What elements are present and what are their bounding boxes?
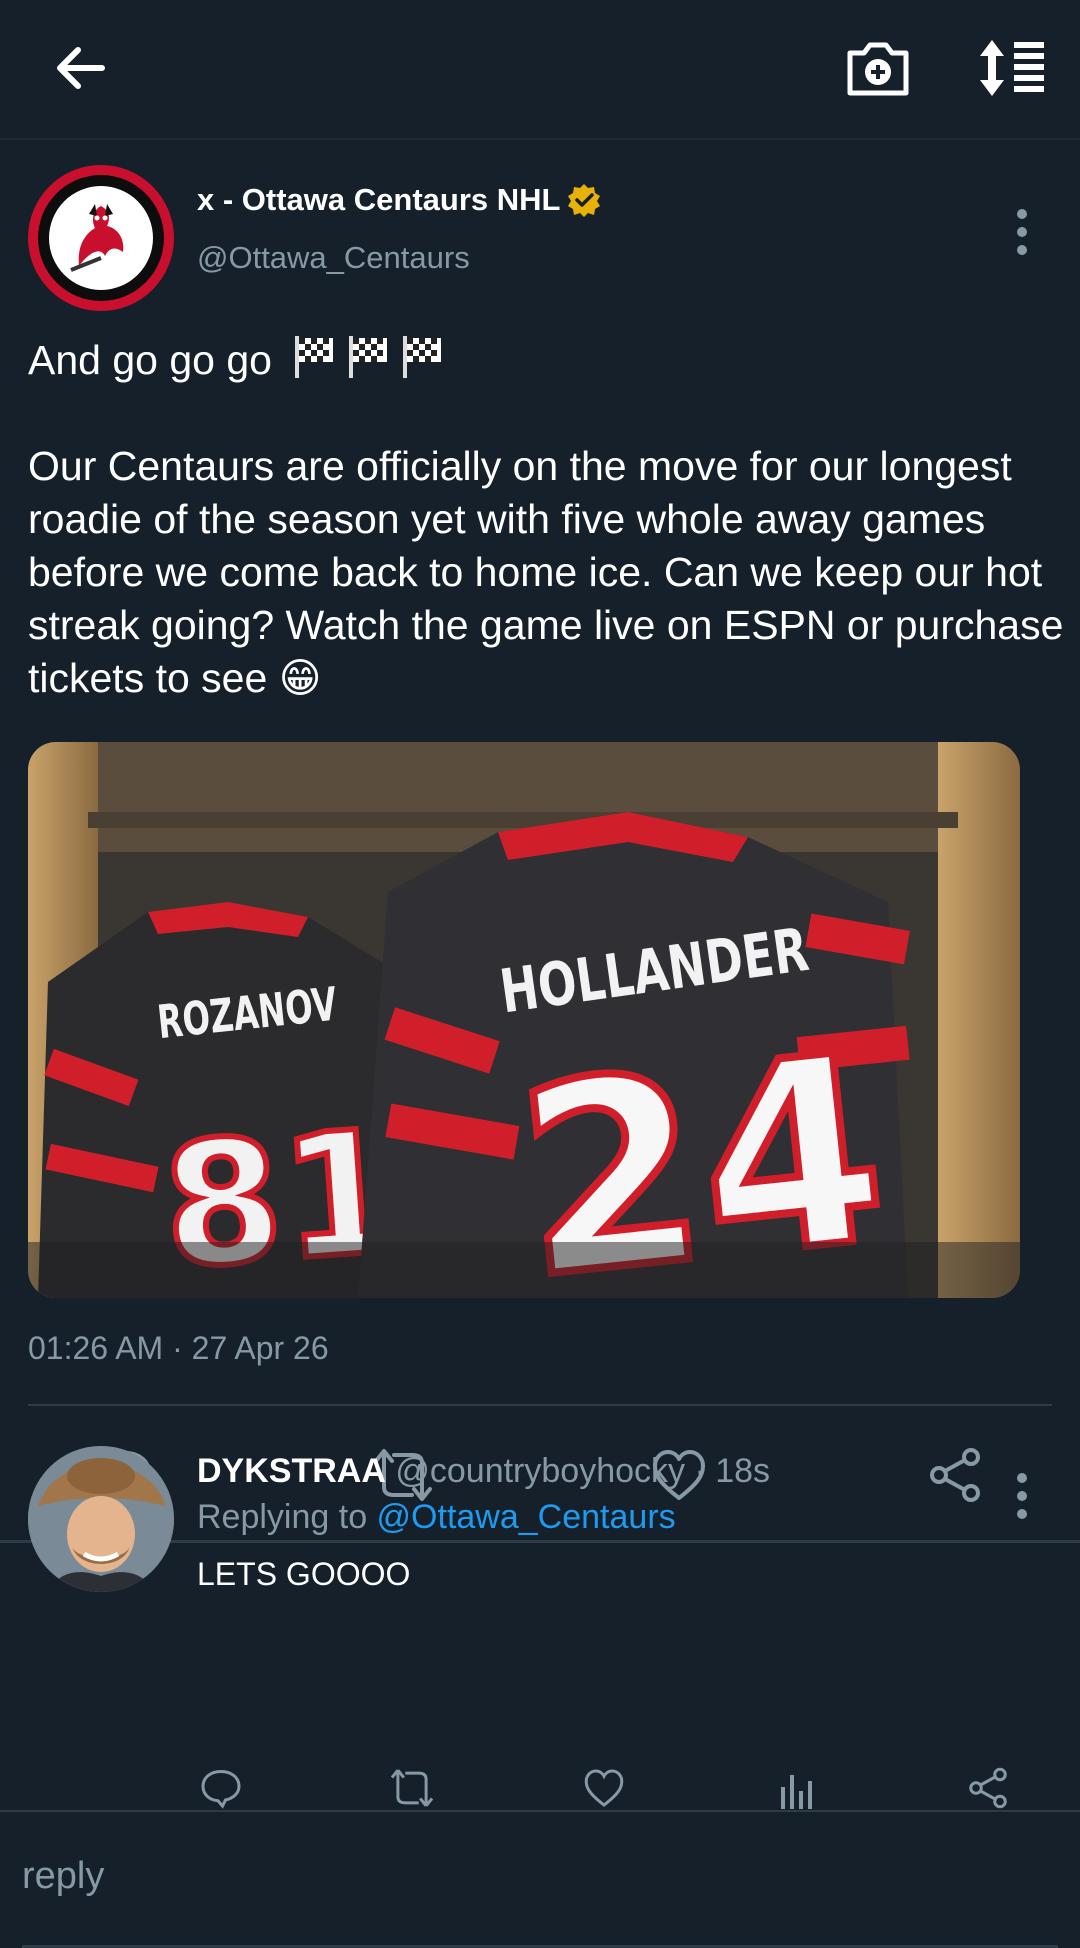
- reply-share-button[interactable]: [962, 1762, 1014, 1809]
- reply-input[interactable]: [22, 1846, 1052, 1906]
- heart-icon: [584, 1769, 624, 1807]
- chequered-flag-icon: [295, 336, 334, 378]
- jerseys-photo: ROZANOV 81 HOLLANDER 24: [28, 742, 1020, 1298]
- avatar[interactable]: [28, 1446, 174, 1592]
- user-photo: [28, 1446, 174, 1592]
- reply-text: LETS GOOOO: [197, 1556, 411, 1592]
- avatar[interactable]: [28, 165, 174, 311]
- more-vertical-icon: [1017, 209, 1027, 255]
- chequered-flag-icon: [403, 336, 442, 378]
- verified-badge-icon: [568, 184, 601, 217]
- top-bar: [0, 0, 1080, 140]
- retweet-icon: [390, 1769, 434, 1807]
- handle[interactable]: @Ottawa_Centaurs: [197, 240, 470, 276]
- tweet-image[interactable]: ROZANOV 81 HOLLANDER 24: [28, 742, 1020, 1298]
- reply-tweet[interactable]: DYKSTRAA @countryboyhocky · 18s Replying…: [0, 1404, 1080, 1809]
- tweet-text-line1: And go go go: [28, 337, 272, 383]
- display-name-text: x - Ottawa Centaurs NHL: [197, 182, 561, 217]
- replying-to-link[interactable]: @Ottawa_Centaurs: [377, 1498, 676, 1536]
- sort-replies-button[interactable]: [970, 28, 1060, 108]
- replying-to: Replying to @Ottawa_Centaurs: [197, 1498, 676, 1537]
- reply-reply-button[interactable]: [195, 1762, 247, 1809]
- tweet-timestamp: 01:26 AM · 27 Apr 26: [28, 1330, 329, 1366]
- add-photo-button[interactable]: [838, 28, 918, 108]
- avatar-ring: [38, 175, 164, 301]
- back-button[interactable]: [40, 28, 120, 108]
- sort-list-icon: [980, 40, 1044, 96]
- reply-views-button[interactable]: [770, 1762, 822, 1809]
- display-name[interactable]: x - Ottawa Centaurs NHL: [197, 182, 602, 218]
- tweet-text-body: Our Centaurs are officially on the move …: [28, 443, 1075, 701]
- reply-header: DYKSTRAA @countryboyhocky · 18s: [197, 1452, 770, 1491]
- reply-retweet-button[interactable]: [386, 1762, 438, 1809]
- reply-composer: [0, 1810, 1080, 1948]
- camera-plus-icon: [847, 42, 909, 96]
- arrow-left-icon: [57, 47, 105, 89]
- centaur-logo-icon: [49, 186, 153, 290]
- more-options-button[interactable]: [1000, 1456, 1044, 1536]
- bar-chart-icon: [781, 1775, 812, 1809]
- replying-prefix: Replying to: [197, 1498, 377, 1536]
- more-vertical-icon: [1017, 1473, 1027, 1519]
- reply-time: · 18s: [685, 1452, 771, 1490]
- share-icon: [969, 1767, 1007, 1809]
- more-options-button[interactable]: [1000, 192, 1044, 272]
- reply-display-name[interactable]: DYKSTRAA: [197, 1452, 386, 1490]
- chequered-flag-icon: [349, 336, 388, 378]
- tweet-text: And go go go Our Centaurs are officially…: [28, 332, 1068, 705]
- reply-handle[interactable]: @countryboyhocky: [395, 1452, 685, 1490]
- reply-like-button[interactable]: [578, 1762, 630, 1809]
- comment-icon: [201, 1769, 241, 1809]
- grin-emoji-icon: 😁: [278, 655, 322, 701]
